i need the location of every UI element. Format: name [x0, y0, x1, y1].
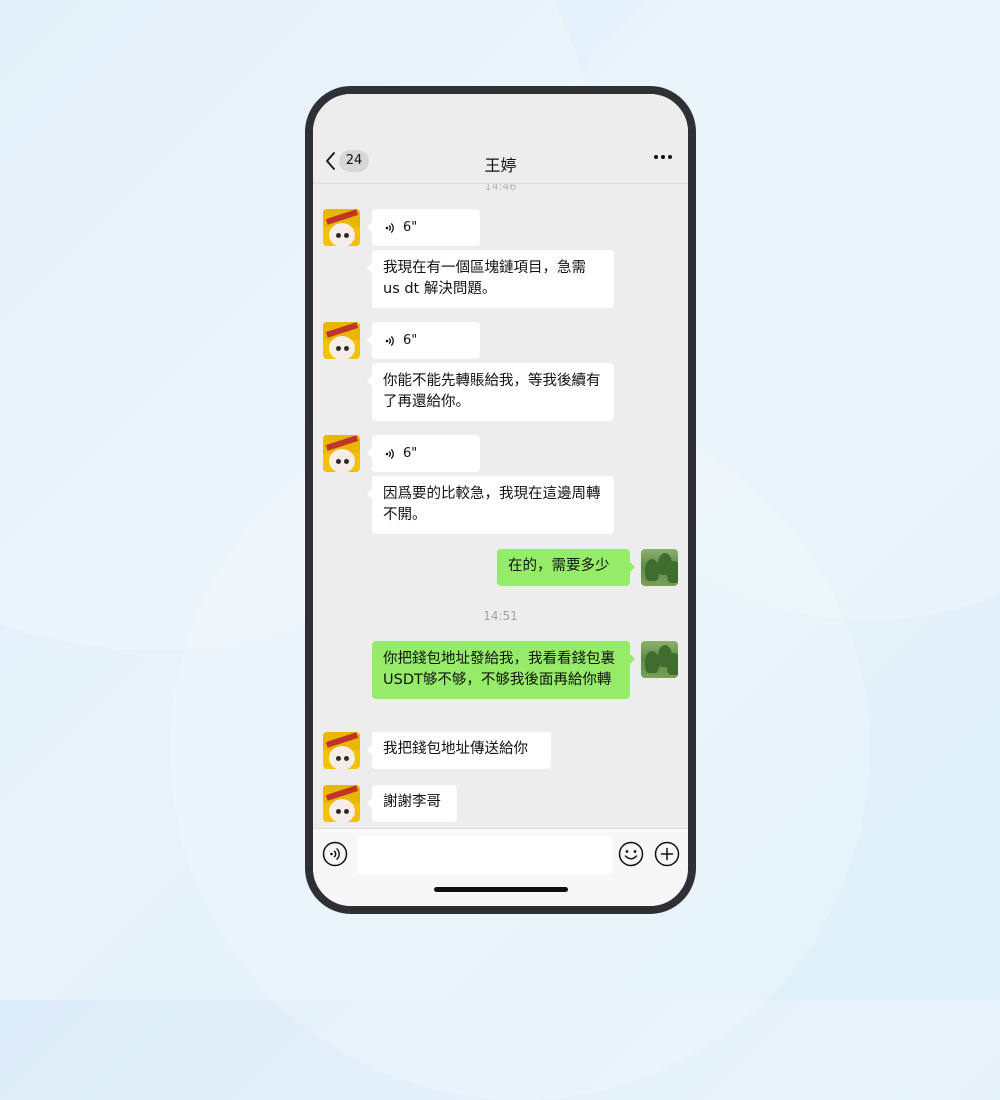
status-bar: [313, 94, 688, 142]
text-message[interactable]: 謝謝李哥: [367, 785, 457, 822]
voice-wave-icon: [385, 222, 394, 233]
voice-duration: 6": [403, 446, 418, 461]
message-text: 我把錢包地址傳送給你: [383, 741, 528, 757]
more-dots-icon: [654, 155, 672, 159]
message-text: 你能不能先轉賬給我，等我後續有了再還給你。: [383, 373, 601, 410]
chat-title: 王婷: [484, 156, 517, 175]
message-text: 我現在有一個區塊鏈項目，急需 us dt 解決問題。: [383, 260, 586, 297]
text-message[interactable]: 我現在有一個區塊鏈項目，急需 us dt 解決問題。: [367, 250, 614, 308]
friend-avatar[interactable]: [323, 322, 360, 359]
friend-avatar[interactable]: [323, 209, 360, 246]
emoji-button[interactable]: [618, 841, 644, 867]
voice-message[interactable]: 6": [367, 435, 480, 472]
text-message[interactable]: 我把錢包地址傳送給你: [367, 732, 551, 769]
message-list: 6" 我現在有一個區塊鏈項目，急需 us dt 解決問題。 6" 你能不能先轉賬…: [313, 184, 688, 828]
message-text: 謝謝李哥: [383, 794, 441, 810]
friend-avatar[interactable]: [323, 732, 360, 769]
friend-avatar[interactable]: [323, 785, 360, 822]
input-bar: [313, 828, 688, 906]
voice-duration: 6": [403, 220, 418, 235]
time-separator: 14:51: [483, 609, 518, 623]
emoji-icon: [618, 841, 644, 867]
voice-message[interactable]: 6": [367, 322, 480, 359]
self-avatar[interactable]: [641, 549, 678, 586]
voice-input-button[interactable]: [322, 841, 348, 867]
more-options-button[interactable]: [654, 154, 672, 160]
voice-input-icon: [322, 841, 348, 867]
text-message[interactable]: 因爲要的比較急，我現在這邊周轉不開。: [367, 476, 614, 534]
voice-duration: 6": [403, 333, 418, 348]
message-input[interactable]: [357, 836, 612, 874]
message-text: 你把錢包地址發給我，我看看錢包裏USDT够不够，不够我後面再給你轉: [383, 651, 615, 688]
self-avatar[interactable]: [641, 641, 678, 678]
sent-message[interactable]: 在的，需要多少: [497, 549, 635, 586]
plus-button[interactable]: [654, 841, 680, 867]
sent-message[interactable]: 你把錢包地址發給我，我看看錢包裏USDT够不够，不够我後面再給你轉: [372, 641, 635, 699]
message-text: 在的，需要多少: [508, 558, 610, 574]
message-text: 因爲要的比較急，我現在這邊周轉不開。: [383, 486, 601, 523]
voice-wave-icon: [385, 335, 394, 346]
text-message[interactable]: 你能不能先轉賬給我，等我後續有了再還給你。: [367, 363, 614, 421]
plus-icon: [654, 841, 680, 867]
voice-wave-icon: [385, 448, 394, 459]
home-indicator[interactable]: [434, 887, 568, 892]
voice-message[interactable]: 6": [367, 209, 480, 246]
friend-avatar[interactable]: [323, 435, 360, 472]
phone-frame: 24 王婷 14:46 6" 我現在有一個區塊鏈項目，急需 us dt 解決問題…: [305, 86, 696, 914]
chat-header: 24 王婷: [313, 142, 688, 184]
